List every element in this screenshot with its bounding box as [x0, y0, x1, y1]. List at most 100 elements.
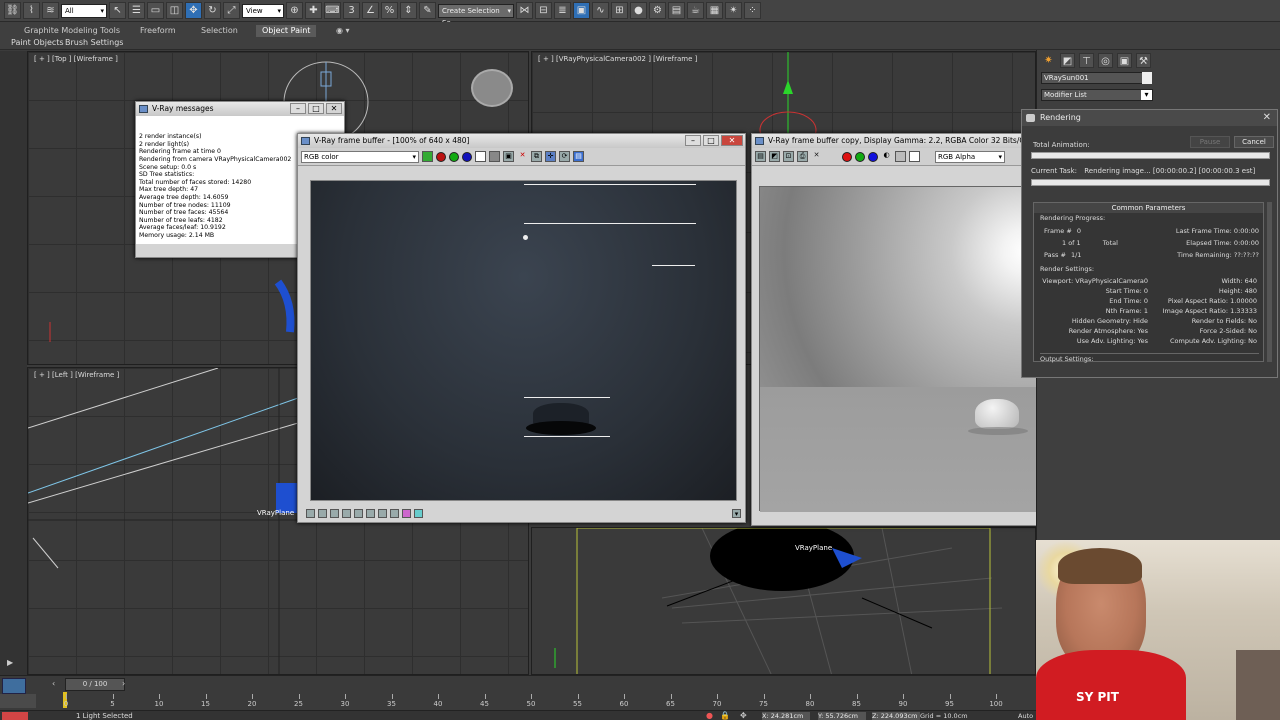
mono-icon[interactable]	[489, 151, 500, 162]
channel-copy-select[interactable]: RGB Alpha	[935, 150, 1005, 163]
snaps-toggle-icon[interactable]: 3	[343, 2, 360, 19]
paint-objects-label[interactable]: Paint Objects	[11, 38, 64, 47]
alpha-copy-icon[interactable]: ◐	[881, 151, 892, 162]
x-coord-field[interactable]: X: 24.281cm	[762, 712, 810, 720]
close-button[interactable]: ✕	[1263, 110, 1271, 126]
isolate-icon[interactable]: ●	[706, 711, 713, 720]
tab-freeform[interactable]: Freeform	[134, 25, 182, 37]
frame-buffer-titlebar[interactable]: V-Ray frame buffer - [100% of 640 x 480]…	[298, 134, 745, 148]
zoom-icon[interactable]: ⊡	[783, 151, 794, 162]
red-channel-icon[interactable]	[436, 151, 446, 162]
select-move-icon[interactable]: ✥	[185, 2, 202, 19]
unlink-icon[interactable]: ⌇	[23, 2, 40, 19]
maximize-button[interactable]: □	[703, 135, 719, 146]
viewcube-icon[interactable]	[471, 69, 513, 107]
material-editor-icon[interactable]: ●	[630, 2, 647, 19]
edit-named-selection-icon[interactable]: ✎	[419, 2, 436, 19]
green-channel-icon[interactable]	[449, 151, 459, 162]
hierarchy-tab-icon[interactable]: ⊤	[1079, 53, 1094, 68]
rendering-titlebar[interactable]: Rendering ✕	[1022, 110, 1277, 126]
expand-arrow-icon[interactable]: ▶	[7, 658, 19, 668]
keyboard-shortcut-icon[interactable]: ⌨	[324, 2, 341, 19]
select-rotate-icon[interactable]: ↻	[204, 2, 221, 19]
absolute-mode-icon[interactable]: ✥	[740, 711, 747, 720]
window-crossing-icon[interactable]: ◫	[166, 2, 183, 19]
pixel-info-icon[interactable]	[390, 508, 399, 518]
select-object-icon[interactable]: ↖	[109, 2, 126, 19]
close-button[interactable]: ✕	[326, 103, 342, 114]
select-by-name-icon[interactable]: ☰	[128, 2, 145, 19]
angle-snap-icon[interactable]: ∠	[362, 2, 379, 19]
color-correct-icon[interactable]	[318, 508, 327, 518]
auto-key-label[interactable]: Auto	[1018, 712, 1033, 720]
levels-icon[interactable]	[330, 508, 339, 518]
cancel-button[interactable]: Cancel	[1234, 136, 1274, 148]
vray-fur-icon[interactable]: ⁘	[744, 2, 761, 19]
render-setup-icon[interactable]: ⚙	[649, 2, 666, 19]
object-name-field[interactable]: VRaySun001	[1041, 72, 1143, 84]
track-mouse-icon[interactable]: ✛	[545, 151, 556, 162]
vray-lights-icon[interactable]: ✴	[725, 2, 742, 19]
white-swatch-icon[interactable]	[909, 151, 920, 162]
srgb-icon[interactable]	[414, 508, 423, 518]
blue-channel-icon[interactable]	[462, 151, 472, 162]
open-icon[interactable]: ▤	[755, 151, 766, 162]
curve-editor-icon[interactable]: ∿	[592, 2, 609, 19]
compare-icon[interactable]	[378, 508, 387, 518]
curve-icon[interactable]	[342, 508, 351, 518]
maximize-button[interactable]: □	[308, 103, 324, 114]
bind-spacewarp-icon[interactable]: ≋	[42, 2, 59, 19]
align-icon[interactable]: ⊟	[535, 2, 552, 19]
collapse-icon[interactable]: ▾	[732, 508, 741, 518]
pivot-center-icon[interactable]: ⊕	[286, 2, 303, 19]
schematic-view-icon[interactable]: ⊞	[611, 2, 628, 19]
display-tab-icon[interactable]: ▣	[1117, 53, 1132, 68]
manipulate-icon[interactable]: ✚	[305, 2, 322, 19]
tab-selection[interactable]: Selection	[195, 25, 244, 37]
modifier-list-arrow-icon[interactable]: ▾	[1141, 90, 1152, 100]
red-channel-icon[interactable]	[842, 151, 852, 162]
rect-selection-icon[interactable]: ▭	[147, 2, 164, 19]
selection-filter-select[interactable]: All	[61, 3, 107, 18]
brush-settings-label[interactable]: Brush Settings	[65, 38, 123, 47]
vray-messages-titlebar[interactable]: V-Ray messages – □ ✕	[136, 102, 344, 116]
common-parameters-header[interactable]: Common Parameters	[1034, 203, 1263, 213]
render-production-icon[interactable]: ☕	[687, 2, 704, 19]
utilities-tab-icon[interactable]: ⚒	[1136, 53, 1151, 68]
rendering-scrollbar[interactable]	[1267, 202, 1272, 362]
exposure-icon[interactable]	[354, 508, 363, 518]
history-icon[interactable]	[366, 508, 375, 518]
create-tab-icon[interactable]: ✷	[1041, 53, 1056, 68]
motion-tab-icon[interactable]: ◎	[1098, 53, 1113, 68]
y-coord-field[interactable]: Y: 55.726cm	[818, 712, 866, 720]
region-render-icon[interactable]: ▤	[573, 151, 584, 162]
channel-select[interactable]: RGB color	[301, 150, 419, 163]
link-icon[interactable]: ⛓	[4, 2, 21, 19]
vray-toolbar-icon[interactable]: ▦	[706, 2, 723, 19]
graphite-toggle-icon[interactable]: ▣	[573, 2, 590, 19]
percent-snap-icon[interactable]: %	[381, 2, 398, 19]
close-button[interactable]: ✕	[721, 135, 743, 146]
minimize-button[interactable]: –	[290, 103, 306, 114]
save-copy-icon[interactable]: ◩	[769, 151, 780, 162]
z-coord-field[interactable]: Z: 224.093cm	[872, 712, 920, 720]
alpha-channel-icon[interactable]	[475, 151, 486, 162]
green-channel-icon[interactable]	[855, 151, 865, 162]
layer-manager-icon[interactable]: ≣	[554, 2, 571, 19]
render-image[interactable]	[310, 180, 737, 501]
stamp-icon[interactable]	[402, 508, 411, 518]
mono-copy-icon[interactable]	[895, 151, 906, 162]
tab-graphite-modeling-tools[interactable]: Graphite Modeling Tools	[18, 25, 126, 37]
blue-channel-icon[interactable]	[868, 151, 878, 162]
minimize-button[interactable]: –	[685, 135, 701, 146]
duplicate-icon[interactable]: ⧉	[531, 151, 542, 162]
clear-copy-icon[interactable]: ✕	[811, 151, 822, 162]
mirror-icon[interactable]: ⋈	[516, 2, 533, 19]
clear-image-icon[interactable]: ✕	[517, 151, 528, 162]
maxscript-listener-icon[interactable]	[2, 712, 28, 720]
ribbon-options-icon[interactable]: ◉ ▾	[330, 25, 356, 37]
tab-object-paint[interactable]: Object Paint	[256, 25, 317, 37]
select-scale-icon[interactable]: ⤢	[223, 2, 240, 19]
lut-icon[interactable]	[306, 508, 315, 518]
pause-button[interactable]: Pause	[1190, 136, 1230, 148]
